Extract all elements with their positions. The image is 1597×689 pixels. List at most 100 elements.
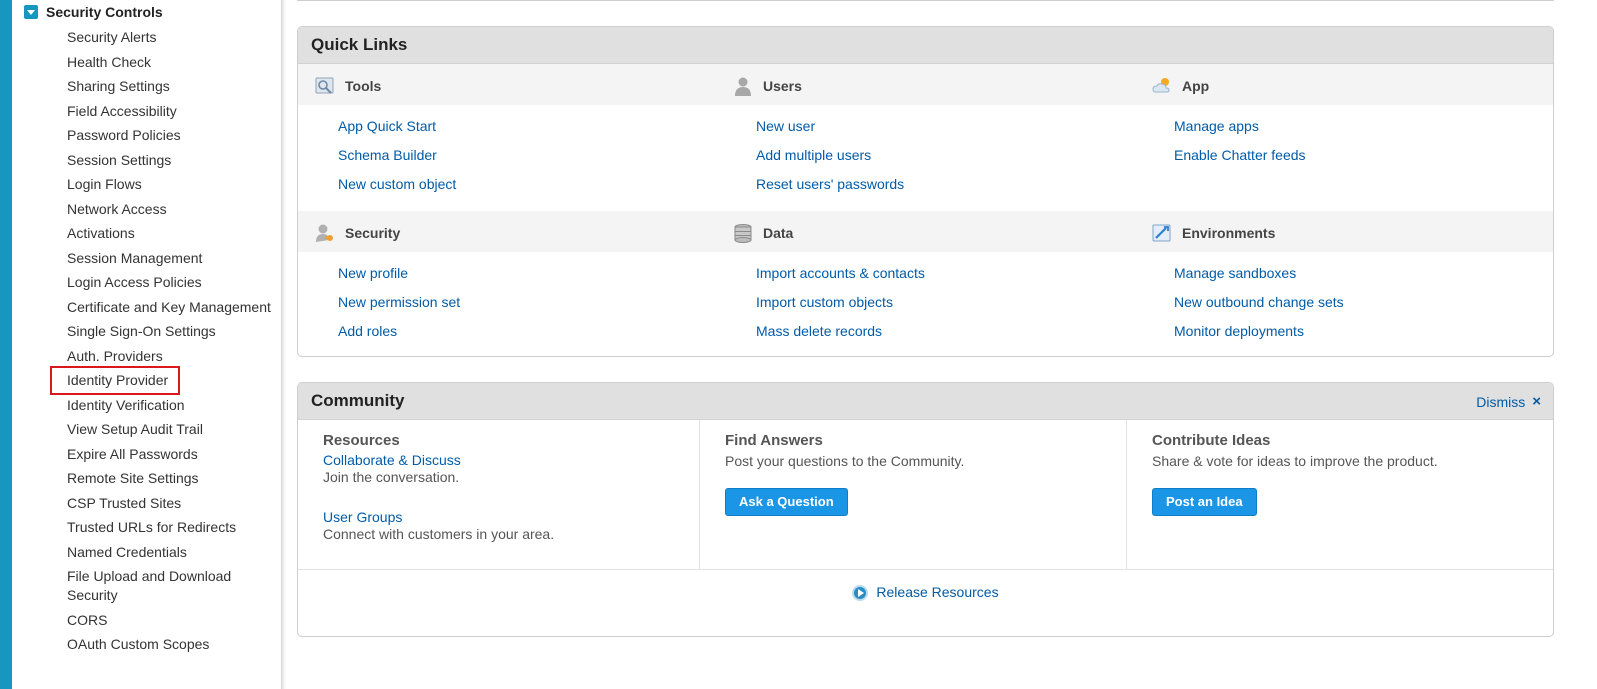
quick-link-manage-apps[interactable]: Manage apps — [1174, 118, 1259, 134]
links-users: New user Add multiple users Reset users' p… — [756, 117, 904, 204]
sidebar-item-identity-verification[interactable]: Identity Verification — [67, 396, 282, 415]
quick-link-new-permission-set[interactable]: New permission set — [338, 294, 460, 310]
database-icon — [733, 223, 753, 243]
quick-link-item: New permission set — [338, 293, 460, 312]
quick-link-item: Monitor deployments — [1174, 322, 1344, 341]
quick-link-import-accounts-contacts[interactable]: Import accounts & contacts — [756, 265, 925, 281]
group-title-data: Data — [763, 225, 794, 241]
user-groups-link[interactable]: User Groups — [323, 509, 402, 525]
quick-link-item: Add multiple users — [756, 146, 904, 165]
quick-link-add-roles[interactable]: Add roles — [338, 323, 397, 339]
sidebar-item-file-upload-and-download-security[interactable]: File Upload and Download Security — [67, 567, 282, 605]
group-head-data: Data — [733, 223, 793, 243]
release-resources-label: Release Resources — [876, 584, 999, 600]
quick-link-item: New custom object — [338, 175, 456, 194]
find-answers-title: Find Answers — [725, 432, 823, 449]
sidebar-item-oauth-custom-scopes[interactable]: OAuth Custom Scopes — [67, 635, 282, 654]
sidebar-item-login-flows[interactable]: Login Flows — [67, 175, 282, 194]
find-answers-column: Find Answers Post your questions to the … — [700, 420, 1127, 570]
sidebar-item-password-policies[interactable]: Password Policies — [67, 126, 282, 145]
quick-link-mass-delete-records[interactable]: Mass delete records — [756, 323, 882, 339]
community-panel: Community Dismiss × Resources Collaborat… — [297, 382, 1554, 637]
quick-links-row-1-head: Tools Users App — [298, 64, 1553, 105]
quick-links-header: Quick Links — [298, 27, 1553, 64]
ask-question-button[interactable]: Ask a Question — [725, 488, 848, 516]
community-body: Resources Collaborate & Discuss Join the… — [298, 420, 1553, 570]
collapse-toggle-icon[interactable] — [24, 5, 38, 19]
group-title-tools: Tools — [345, 78, 382, 94]
collaborate-desc: Join the conversation. — [323, 469, 460, 485]
quick-link-new-outbound-change-sets[interactable]: New outbound change sets — [1174, 294, 1344, 310]
sidebar-item-sharing-settings[interactable]: Sharing Settings — [67, 77, 282, 96]
security-nav-list: Security Alerts Health Check Sharing Setti… — [50, 28, 282, 660]
group-title-security: Security — [345, 225, 401, 241]
group-title-users: Users — [763, 78, 802, 94]
security-controls-header[interactable]: Security Controls — [24, 4, 163, 20]
sidebar-item-login-access-policies[interactable]: Login Access Policies — [67, 273, 282, 292]
collaborate-discuss-link[interactable]: Collaborate & Discuss — [323, 452, 461, 468]
contribute-ideas-desc: Share & vote for ideas to improve the pr… — [1152, 453, 1438, 469]
setup-sidebar: Security Controls Security Alerts Health … — [12, 0, 282, 689]
quick-link-item: Schema Builder — [338, 146, 456, 165]
quick-link-item: Import custom objects — [756, 293, 925, 312]
security-user-key-icon — [315, 223, 335, 243]
find-answers-desc: Post your questions to the Community. — [725, 453, 965, 469]
quick-link-item: Add roles — [338, 322, 460, 341]
contribute-ideas-column: Contribute Ideas Share & vote for ideas … — [1127, 420, 1553, 570]
quick-links-row-2-links: New profile New permission set Add roles I… — [298, 252, 1553, 356]
app-cloud-icon — [1152, 76, 1172, 96]
sidebar-item-named-credentials[interactable]: Named Credentials — [67, 543, 282, 562]
close-icon[interactable]: × — [1532, 393, 1541, 410]
sidebar-item-expire-all-passwords[interactable]: Expire All Passwords — [67, 445, 282, 464]
links-data: Import accounts & contacts Import custom … — [756, 264, 925, 351]
sidebar-item-certificate-and-key-management[interactable]: Certificate and Key Management — [67, 298, 282, 317]
links-security: New profile New permission set Add roles — [338, 264, 460, 351]
sidebar-item-session-settings[interactable]: Session Settings — [67, 151, 282, 170]
sidebar-item-activations[interactable]: Activations — [67, 224, 282, 243]
tools-icon — [315, 76, 335, 96]
group-head-users: Users — [733, 76, 802, 96]
quick-link-item: Manage apps — [1174, 117, 1306, 136]
sidebar-item-view-setup-audit-trail[interactable]: View Setup Audit Trail — [67, 420, 282, 439]
sidebar-item-identity-provider[interactable]: Identity Provider — [50, 366, 180, 395]
sidebar-item-session-management[interactable]: Session Management — [67, 249, 282, 268]
play-icon — [852, 585, 869, 601]
quick-link-manage-sandboxes[interactable]: Manage sandboxes — [1174, 265, 1296, 281]
user-icon — [733, 76, 753, 96]
group-head-security: Security — [315, 223, 400, 243]
sidebar-item-network-access[interactable]: Network Access — [67, 200, 282, 219]
group-head-tools: Tools — [315, 76, 381, 96]
quick-link-new-user[interactable]: New user — [756, 118, 815, 134]
links-environments: Manage sandboxes New outbound change sets… — [1174, 264, 1344, 351]
quick-link-monitor-deployments[interactable]: Monitor deployments — [1174, 323, 1304, 339]
quick-link-new-profile[interactable]: New profile — [338, 265, 408, 281]
quick-link-schema-builder[interactable]: Schema Builder — [338, 147, 437, 163]
release-resources-link[interactable]: Release Resources — [852, 584, 999, 636]
resources-title: Resources — [323, 432, 400, 449]
post-idea-button[interactable]: Post an Idea — [1152, 488, 1257, 516]
sidebar-item-cors[interactable]: CORS — [67, 611, 282, 630]
sidebar-item-auth-providers[interactable]: Auth. Providers — [67, 347, 282, 366]
sidebar-item-field-accessibility[interactable]: Field Accessibility — [67, 102, 282, 121]
quick-link-item: New outbound change sets — [1174, 293, 1344, 312]
quick-link-item: Reset users' passwords — [756, 175, 904, 194]
sidebar-item-remote-site-settings[interactable]: Remote Site Settings — [67, 469, 282, 488]
dismiss-link[interactable]: Dismiss × — [1476, 393, 1541, 410]
left-accent-bar — [0, 0, 12, 689]
sidebar-item-csp-trusted-sites[interactable]: CSP Trusted Sites — [67, 494, 282, 513]
sidebar-item-single-sign-on-settings[interactable]: Single Sign-On Settings — [67, 322, 282, 341]
quick-link-item: New user — [756, 117, 904, 136]
community-title: Community — [311, 391, 405, 410]
sidebar-item-trusted-urls-for-redirects[interactable]: Trusted URLs for Redirects — [67, 518, 282, 537]
sidebar-item-health-check[interactable]: Health Check — [67, 53, 282, 72]
quick-link-enable-chatter-feeds[interactable]: Enable Chatter feeds — [1174, 147, 1306, 163]
sidebar-item-security-alerts[interactable]: Security Alerts — [67, 28, 282, 47]
quick-links-row-1-links: App Quick Start Schema Builder New custom … — [298, 105, 1553, 211]
group-title-environments: Environments — [1182, 225, 1276, 241]
quick-link-reset-users-passwords[interactable]: Reset users' passwords — [756, 176, 904, 192]
quick-link-add-multiple-users[interactable]: Add multiple users — [756, 147, 871, 163]
quick-link-new-custom-object[interactable]: New custom object — [338, 176, 456, 192]
quick-link-app-quick-start[interactable]: App Quick Start — [338, 118, 436, 134]
quick-link-item: Enable Chatter feeds — [1174, 146, 1306, 165]
quick-link-import-custom-objects[interactable]: Import custom objects — [756, 294, 893, 310]
